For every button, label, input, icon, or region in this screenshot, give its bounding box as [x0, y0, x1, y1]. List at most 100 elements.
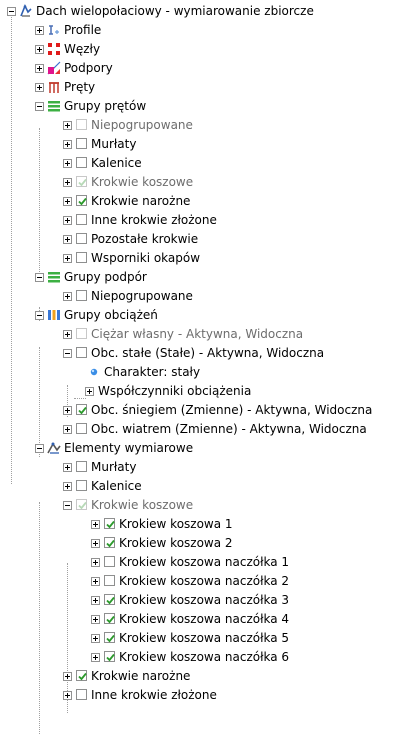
tree-node-other-rafters[interactable]: Inne krokwie złożone	[0, 211, 406, 231]
tree-node-bars[interactable]: Pręty	[0, 78, 406, 98]
expand-toggle[interactable]	[91, 520, 100, 529]
visibility-checkbox[interactable]	[76, 499, 87, 510]
visibility-checkbox[interactable]	[76, 214, 87, 225]
visibility-checkbox[interactable]	[104, 613, 115, 624]
expand-toggle[interactable]	[63, 691, 72, 700]
expand-toggle[interactable]	[63, 425, 72, 434]
visibility-checkbox[interactable]	[76, 480, 87, 491]
expand-toggle[interactable]	[35, 83, 44, 92]
tree-node-permanent-load[interactable]: Obc. stałe (Stałe) - Aktywna, Widoczna	[0, 344, 406, 364]
expand-toggle[interactable]	[63, 463, 72, 472]
tree-node-gable-valley-rafter-4[interactable]: Krokiew koszowa naczółka 4	[0, 610, 406, 630]
tree-node-remaining-rafters[interactable]: Pozostałe krokwie	[0, 230, 406, 250]
expand-toggle[interactable]	[91, 577, 100, 586]
visibility-checkbox[interactable]	[104, 594, 115, 605]
expand-toggle[interactable]	[35, 45, 44, 54]
visibility-checkbox[interactable]	[76, 252, 87, 263]
expand-toggle[interactable]	[91, 539, 100, 548]
tree-node-ungrouped-supports[interactable]: Niepogrupowane	[0, 287, 406, 307]
tree-node-profile[interactable]: Profile	[0, 21, 406, 41]
visibility-checkbox[interactable]	[104, 537, 115, 548]
visibility-checkbox[interactable]	[76, 347, 87, 358]
expand-toggle[interactable]	[63, 672, 72, 681]
tree-node-hip-rafters[interactable]: Krokwie narożne	[0, 192, 406, 212]
tree-node-gable-valley-rafter-2[interactable]: Krokiew koszowa naczółka 2	[0, 572, 406, 592]
expand-toggle[interactable]	[91, 596, 100, 605]
expand-toggle[interactable]	[91, 653, 100, 662]
tree-node-load-groups[interactable]: Grupy obciążeń	[0, 306, 406, 326]
visibility-checkbox[interactable]	[76, 670, 87, 681]
collapse-toggle[interactable]	[35, 444, 44, 453]
tree-node-valley-rafters[interactable]: Krokwie koszowe	[0, 173, 406, 193]
tree-node-valley-rafter-2[interactable]: Krokiew koszowa 2	[0, 534, 406, 554]
tree-node-gable-valley-rafter-3[interactable]: Krokiew koszowa naczółka 3	[0, 591, 406, 611]
tree-node-gable-valley-rafter-6[interactable]: Krokiew koszowa naczółka 6	[0, 648, 406, 668]
expand-toggle[interactable]	[63, 216, 72, 225]
visibility-checkbox[interactable]	[76, 157, 87, 168]
visibility-checkbox[interactable]	[76, 328, 87, 339]
tree-node-load-factors[interactable]: Współczynniki obciążenia	[0, 382, 406, 402]
visibility-checkbox[interactable]	[76, 423, 87, 434]
collapse-toggle[interactable]	[35, 102, 44, 111]
expand-toggle[interactable]	[63, 330, 72, 339]
collapse-toggle[interactable]	[35, 273, 44, 282]
tree-node-root[interactable]: Dach wielopołaciowy - wymiarowanie zbior…	[0, 2, 406, 22]
collapse-toggle[interactable]	[35, 311, 44, 320]
visibility-checkbox[interactable]	[76, 689, 87, 700]
expand-toggle[interactable]	[63, 159, 72, 168]
tree-node-design-valley-rafters[interactable]: Krokwie koszowe	[0, 496, 406, 516]
tree-node-nodes[interactable]: Węzły	[0, 40, 406, 60]
tree-node-design-wall-plates[interactable]: Murłaty	[0, 458, 406, 478]
visibility-checkbox[interactable]	[104, 575, 115, 586]
expand-toggle[interactable]	[63, 235, 72, 244]
tree-node-supports[interactable]: Podpory	[0, 59, 406, 79]
visibility-checkbox[interactable]	[76, 119, 87, 130]
visibility-checkbox[interactable]	[76, 404, 87, 415]
expand-toggle[interactable]	[63, 197, 72, 206]
visibility-checkbox[interactable]	[76, 290, 87, 301]
tree-node-design-other-rafters[interactable]: Inne krokwie złożone	[0, 686, 406, 706]
tree-node-self-weight[interactable]: Ciężar własny - Aktywna, Widoczna	[0, 325, 406, 345]
tree-node-character[interactable]: Charakter: stały	[0, 363, 406, 383]
expand-toggle[interactable]	[63, 292, 72, 301]
expand-toggle[interactable]	[85, 387, 94, 396]
visibility-checkbox[interactable]	[76, 176, 87, 187]
expand-toggle[interactable]	[91, 558, 100, 567]
visibility-checkbox[interactable]	[76, 138, 87, 149]
tree-node-wall-plates[interactable]: Murłaty	[0, 135, 406, 155]
tree-node-support-groups[interactable]: Grupy podpór	[0, 268, 406, 288]
collapse-toggle[interactable]	[7, 7, 16, 16]
expand-toggle[interactable]	[91, 615, 100, 624]
expand-toggle[interactable]	[35, 64, 44, 73]
expand-toggle[interactable]	[63, 140, 72, 149]
visibility-checkbox[interactable]	[76, 461, 87, 472]
expand-toggle[interactable]	[63, 406, 72, 415]
visibility-checkbox[interactable]	[104, 518, 115, 529]
tree-node-bar-groups[interactable]: Grupy prętów	[0, 97, 406, 117]
visibility-checkbox[interactable]	[76, 233, 87, 244]
tree-node-snow-load[interactable]: Obc. śniegiem (Zmienne) - Aktywna, Widoc…	[0, 401, 406, 421]
tree-node-valley-rafter-1[interactable]: Krokiew koszowa 1	[0, 515, 406, 535]
tree-node-design-hip-rafters[interactable]: Krokwie narożne	[0, 667, 406, 687]
visibility-checkbox[interactable]	[104, 651, 115, 662]
tree-node-ungrouped[interactable]: Niepogrupowane	[0, 116, 406, 136]
tree-node-gable-valley-rafter-5[interactable]: Krokiew koszowa naczółka 5	[0, 629, 406, 649]
tree-node-wind-load[interactable]: Obc. wiatrem (Zmienne) - Aktywna, Widocz…	[0, 420, 406, 440]
expand-toggle[interactable]	[63, 121, 72, 130]
expand-toggle[interactable]	[63, 482, 72, 491]
expand-toggle[interactable]	[63, 254, 72, 263]
expand-toggle[interactable]	[63, 178, 72, 187]
visibility-checkbox[interactable]	[104, 632, 115, 643]
collapse-toggle[interactable]	[63, 349, 72, 358]
tree-node-ridges[interactable]: Kalenice	[0, 154, 406, 174]
expand-toggle[interactable]	[91, 634, 100, 643]
tree-node-eave-brackets[interactable]: Wsporniki okapów	[0, 249, 406, 269]
visibility-checkbox[interactable]	[76, 195, 87, 206]
tree-node-design-ridges[interactable]: Kalenice	[0, 477, 406, 497]
visibility-checkbox[interactable]	[104, 556, 115, 567]
collapse-toggle[interactable]	[63, 501, 72, 510]
expand-toggle[interactable]	[35, 26, 44, 35]
tree-node-label: Murłaty	[91, 137, 137, 151]
tree-node-gable-valley-rafter-1[interactable]: Krokiew koszowa naczółka 1	[0, 553, 406, 573]
tree-node-design-elements[interactable]: Elementy wymiarowe	[0, 439, 406, 459]
